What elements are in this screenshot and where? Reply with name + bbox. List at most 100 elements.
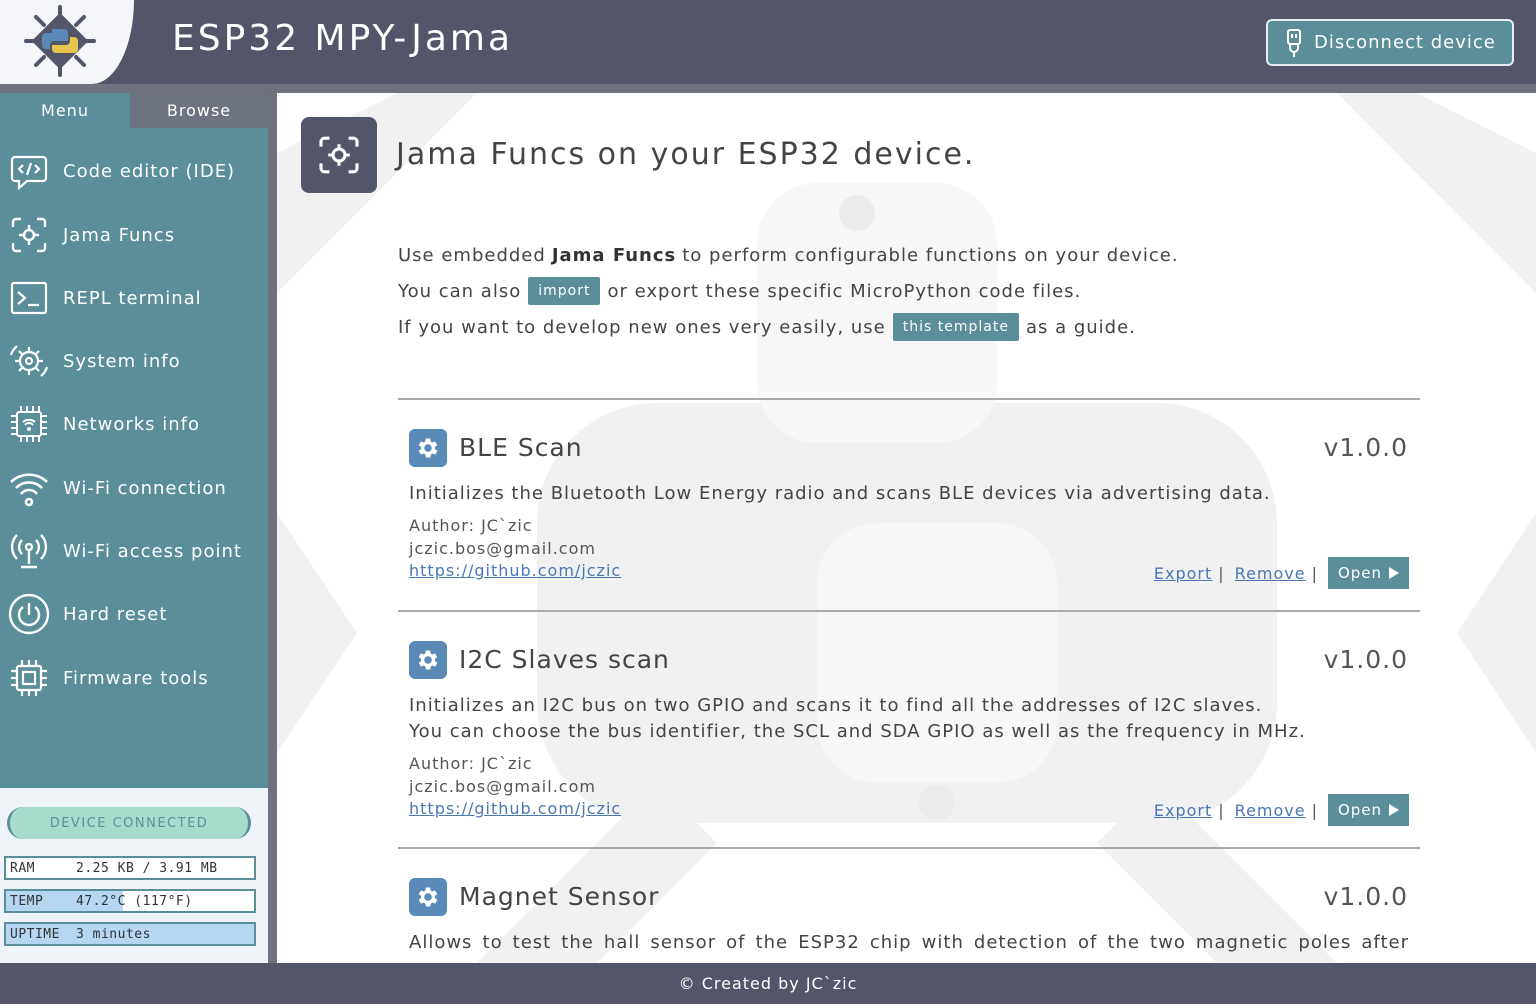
tab-browse[interactable]: Browse bbox=[130, 93, 268, 128]
open-button[interactable]: Open bbox=[1328, 794, 1409, 826]
sidebar-tabs: Menu Browse bbox=[0, 93, 268, 128]
func-description-line: Initializes an I2C bus on two GPIO and s… bbox=[409, 695, 1263, 716]
jama-funcs-header-icon bbox=[301, 117, 377, 193]
intro-line-1: Use embedded Jama Funcs to perform confi… bbox=[398, 237, 1179, 273]
terminal-icon bbox=[2, 276, 56, 320]
func-name: Magnet Sensor bbox=[459, 882, 660, 911]
play-icon bbox=[1389, 804, 1400, 816]
main-content: Jama Funcs on your ESP32 device. Use emb… bbox=[277, 93, 1536, 963]
access-point-icon bbox=[2, 529, 56, 573]
uptime-stat-label: UPTIME bbox=[10, 926, 60, 942]
intro-text-segment: to perform configurable functions on you… bbox=[682, 244, 1179, 266]
import-button[interactable]: import bbox=[528, 277, 601, 305]
remove-link[interactable]: Remove bbox=[1235, 564, 1306, 583]
sidebar-item-label: Jama Funcs bbox=[63, 224, 176, 246]
sidebar-item-label: Wi-Fi connection bbox=[63, 477, 227, 499]
func-url-link[interactable]: https://github.com/jczic bbox=[409, 561, 621, 580]
separator: | bbox=[1311, 563, 1318, 583]
func-version: v1.0.0 bbox=[1323, 433, 1408, 462]
sidebar-item-jama-funcs[interactable]: Jama Funcs bbox=[0, 207, 268, 263]
sidebar-item-label: Networks info bbox=[63, 413, 201, 435]
gear-icon bbox=[409, 878, 447, 916]
sidebar: Menu Browse Code editor (IDE) Jama Funcs bbox=[0, 93, 268, 788]
open-label: Open bbox=[1337, 564, 1383, 582]
divider bbox=[398, 398, 1420, 400]
sidebar-item-label: Code editor (IDE) bbox=[63, 160, 236, 182]
open-label: Open bbox=[1337, 801, 1383, 819]
tab-menu[interactable]: Menu bbox=[0, 93, 130, 128]
sidebar-item-label: System info bbox=[63, 350, 181, 372]
uptime-stat: UPTIME 3 minutes bbox=[4, 922, 256, 946]
intro-text-segment: You can also bbox=[398, 280, 522, 302]
func-author: Author: JC`zic bbox=[409, 754, 533, 773]
remove-link[interactable]: Remove bbox=[1235, 801, 1306, 820]
temp-stat: TEMP 47.2°C (117°F) bbox=[4, 889, 256, 913]
disconnect-device-label: Disconnect device bbox=[1314, 32, 1496, 53]
wifi-icon bbox=[2, 466, 56, 510]
ram-stat-label: RAM bbox=[10, 860, 35, 876]
intro-line-2: You can also import or export these spec… bbox=[398, 273, 1179, 309]
intro-text-segment: as a guide. bbox=[1025, 316, 1136, 338]
sidebar-item-repl-terminal[interactable]: REPL terminal bbox=[0, 270, 268, 326]
separator: | bbox=[1218, 563, 1225, 583]
divider bbox=[398, 610, 1420, 612]
template-link-button[interactable]: this template bbox=[892, 313, 1019, 341]
func-card-magnet-sensor: Magnet Sensor v1.0.0 Allows to test the … bbox=[398, 878, 1420, 963]
sidebar-item-label: Hard reset bbox=[63, 603, 168, 625]
func-description: Initializes an I2C bus on two GPIO and s… bbox=[409, 693, 1409, 745]
play-icon bbox=[1389, 567, 1400, 579]
func-actions: Export | Remove | Open bbox=[1154, 794, 1409, 826]
func-url-link[interactable]: https://github.com/jczic bbox=[409, 799, 621, 818]
func-description: Allows to test the hall sensor of the ES… bbox=[409, 932, 1409, 953]
intro-text-segment: Use embedded bbox=[398, 244, 546, 266]
open-button[interactable]: Open bbox=[1328, 557, 1409, 589]
intro-text-segment: or export these specific MicroPython cod… bbox=[607, 280, 1082, 302]
func-card-i2c-slaves-scan: I2C Slaves scan v1.0.0 Initializes an I2… bbox=[398, 641, 1420, 831]
device-connected-badge: DEVICE CONNECTED bbox=[7, 807, 251, 839]
usb-plug-icon bbox=[1287, 28, 1301, 57]
sidebar-item-label: Wi-Fi access point bbox=[63, 540, 242, 562]
header-band bbox=[0, 84, 1536, 93]
footer: © Created by JC`zic bbox=[0, 963, 1536, 1004]
app-title: ESP32 MPY-Jama bbox=[172, 18, 514, 59]
intro-bold-jama-funcs: Jama Funcs bbox=[551, 244, 677, 266]
divider bbox=[398, 847, 1420, 849]
func-actions: Export | Remove | Open bbox=[1154, 557, 1409, 589]
jama-funcs-icon bbox=[2, 213, 56, 257]
export-link[interactable]: Export bbox=[1154, 801, 1212, 820]
uptime-stat-value: 3 minutes bbox=[76, 926, 151, 942]
page-title: Jama Funcs on your ESP32 device. bbox=[396, 137, 976, 172]
sidebar-item-wifi-connection[interactable]: Wi-Fi connection bbox=[0, 460, 268, 516]
app-logo bbox=[0, 0, 134, 84]
export-link[interactable]: Export bbox=[1154, 564, 1212, 583]
device-status-panel: DEVICE CONNECTED RAM 2.25 KB / 3.91 MB T… bbox=[0, 788, 268, 963]
sidebar-item-networks-info[interactable]: Networks info bbox=[0, 396, 268, 452]
func-email: jczic.bos@gmail.com bbox=[409, 538, 596, 558]
code-editor-icon bbox=[2, 149, 56, 193]
separator: | bbox=[1218, 800, 1225, 820]
sidebar-divider bbox=[268, 93, 277, 963]
func-name: I2C Slaves scan bbox=[459, 645, 670, 674]
sidebar-item-wifi-access-point[interactable]: Wi-Fi access point bbox=[0, 523, 268, 579]
func-version: v1.0.0 bbox=[1323, 882, 1408, 911]
ram-stat: RAM 2.25 KB / 3.91 MB bbox=[4, 856, 256, 880]
sidebar-item-firmware-tools[interactable]: Firmware tools bbox=[0, 650, 268, 706]
func-card-ble-scan: BLE Scan v1.0.0 Initializes the Bluetoot… bbox=[398, 429, 1420, 599]
gear-icon bbox=[409, 641, 447, 679]
func-name: BLE Scan bbox=[459, 433, 583, 462]
func-description: Initializes the Bluetooth Low Energy rad… bbox=[409, 483, 1271, 504]
temp-stat-value: 47.2°C (117°F) bbox=[76, 893, 193, 909]
app-header: ESP32 MPY-Jama Disconnect device bbox=[0, 0, 1536, 84]
func-version: v1.0.0 bbox=[1323, 645, 1408, 674]
func-email: jczic.bos@gmail.com bbox=[409, 776, 596, 796]
disconnect-device-button[interactable]: Disconnect device bbox=[1266, 19, 1514, 66]
sidebar-item-hard-reset[interactable]: Hard reset bbox=[0, 586, 268, 642]
func-meta: Author: JC`zic jczic.bos@gmail.com https… bbox=[409, 753, 621, 821]
func-description-line: You can choose the bus identifier, the S… bbox=[409, 721, 1306, 742]
sidebar-item-system-info[interactable]: System info bbox=[0, 333, 268, 389]
sidebar-item-code-editor[interactable]: Code editor (IDE) bbox=[0, 143, 268, 199]
chip-icon bbox=[2, 656, 56, 700]
intro-text-segment: If you want to develop new ones very eas… bbox=[398, 316, 886, 338]
gear-icon bbox=[409, 429, 447, 467]
ram-stat-value: 2.25 KB / 3.91 MB bbox=[76, 860, 218, 876]
